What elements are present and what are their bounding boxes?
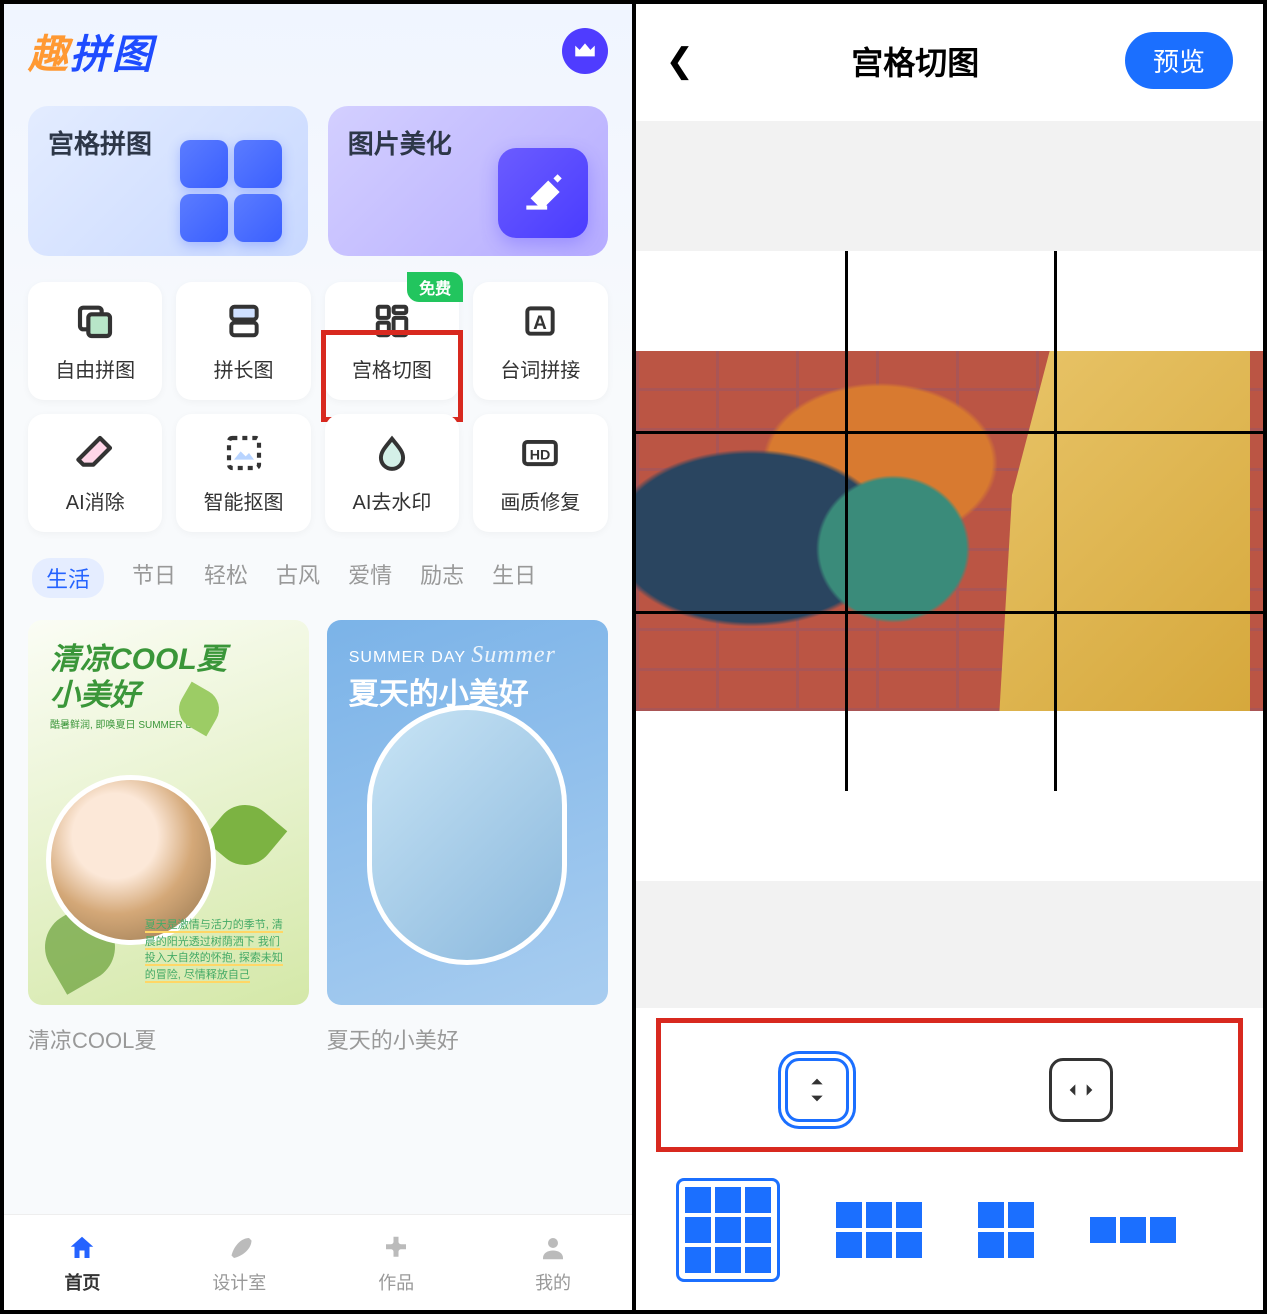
hero-card-grid-collage[interactable]: 宫格拼图 — [28, 106, 308, 256]
nav-label: 我的 — [535, 1269, 571, 1295]
editor-header: ❮ 宫格切图 预览 — [636, 4, 1264, 109]
category-tab-ancient[interactable]: 古风 — [276, 558, 320, 598]
template-name: 夏天的小美好 — [327, 1023, 608, 1055]
tool-grid: 自由拼图 拼长图 免费 宫格切图 A 台词拼接 AI消除 智能抠图 AI去水印 — [4, 270, 632, 544]
template-subtitle: SUMMER DAY Summer — [349, 642, 586, 669]
grid-layout-options — [676, 1172, 1224, 1288]
category-tab-birthday[interactable]: 生日 — [492, 558, 536, 598]
template-avatar — [367, 705, 567, 965]
template-name: 清凉COOL夏 — [28, 1023, 309, 1055]
template-card-2[interactable]: SUMMER DAY Summer 夏天的小美好 夏天的小美好 — [327, 620, 608, 1055]
feather-icon — [222, 1231, 256, 1265]
grid-icon — [371, 300, 413, 342]
preview-button[interactable]: 预览 — [1125, 32, 1233, 89]
annotation-highlight-box — [656, 1018, 1244, 1152]
tool-label: 智能抠图 — [204, 486, 284, 515]
free-badge: 免费 — [407, 272, 463, 302]
logo-prefix: 趣 — [28, 33, 70, 77]
app-header: 趣拼图 — [4, 4, 632, 92]
vip-badge-icon[interactable] — [562, 28, 608, 74]
category-tab-love[interactable]: 爱情 — [348, 558, 392, 598]
nav-works[interactable]: 作品 — [318, 1215, 475, 1310]
grid-overlay[interactable] — [636, 251, 1264, 791]
page-title: 宫格切图 — [851, 38, 979, 84]
home-screen: 趣拼图 宫格拼图 图片美化 自由拼图 拼长图 免费 — [4, 4, 632, 1310]
tool-label: 画质修复 — [500, 486, 580, 515]
tool-label: AI去水印 — [352, 486, 431, 515]
tool-label: 台词拼接 — [500, 354, 580, 383]
template-card-1[interactable]: 清凉COOL夏 小美好 酷暑鲜润, 即唤夏日 SUMMER DAY 夏天是激情与… — [28, 620, 309, 1055]
tool-subtitle-join[interactable]: A 台词拼接 — [473, 282, 607, 400]
drop-icon — [371, 432, 413, 474]
grid-option-3x2[interactable] — [836, 1202, 922, 1258]
category-tab-life[interactable]: 生活 — [32, 558, 104, 598]
template-caption: 夏天是激情与活力的季节, 清晨的阳光透过树荫洒下 我们投入大自然的怀抱, 探索未… — [145, 917, 291, 983]
nav-label: 首页 — [64, 1269, 100, 1295]
tool-label: 宫格切图 — [352, 354, 432, 383]
layers-icon — [74, 300, 116, 342]
bottom-nav: 首页 设计室 作品 我的 — [4, 1214, 632, 1310]
puzzle-icon — [379, 1231, 413, 1265]
svg-text:HD: HD — [530, 447, 551, 463]
grid-option-3x3[interactable] — [676, 1178, 780, 1282]
tool-label: AI消除 — [66, 486, 125, 515]
app-logo: 趣拼图 — [28, 22, 154, 80]
tool-label: 自由拼图 — [55, 354, 135, 383]
category-tab-motivation[interactable]: 励志 — [420, 558, 464, 598]
tool-long-image[interactable]: 拼长图 — [176, 282, 310, 400]
grid-cut-screen: ❮ 宫格切图 预览 — [636, 4, 1264, 1310]
text-icon: A — [519, 300, 561, 342]
tool-label: 拼长图 — [214, 354, 274, 383]
nav-profile[interactable]: 我的 — [475, 1215, 632, 1310]
logo-suffix: 拼图 — [70, 33, 154, 77]
grid-option-3x1[interactable] — [1090, 1217, 1176, 1243]
tool-ai-erase[interactable]: AI消除 — [28, 414, 162, 532]
controls-bar — [636, 1008, 1264, 1310]
tool-free-collage[interactable]: 自由拼图 — [28, 282, 162, 400]
template-preview: 清凉COOL夏 小美好 酷暑鲜润, 即唤夏日 SUMMER DAY 夏天是激情与… — [28, 620, 309, 1005]
category-tab-relax[interactable]: 轻松 — [204, 558, 248, 598]
hd-icon: HD — [519, 432, 561, 474]
tool-grid-cut[interactable]: 免费 宫格切图 — [325, 282, 459, 400]
nav-label: 设计室 — [212, 1269, 266, 1295]
adjust-controls — [676, 1040, 1224, 1140]
home-icon — [65, 1231, 99, 1265]
canvas-area[interactable] — [636, 121, 1264, 1008]
cutout-icon — [223, 432, 265, 474]
stack-icon — [223, 300, 265, 342]
hero-row: 宫格拼图 图片美化 — [4, 92, 632, 270]
person-icon — [536, 1231, 570, 1265]
back-button[interactable]: ❮ — [666, 41, 706, 81]
hero-card-beautify[interactable]: 图片美化 — [328, 106, 608, 256]
template-row: 清凉COOL夏 小美好 酷暑鲜润, 即唤夏日 SUMMER DAY 夏天是激情与… — [4, 612, 632, 1063]
category-tabs: 生活 节日 轻松 古风 爱情 励志 生日 — [4, 544, 632, 612]
collage-icon — [180, 140, 290, 242]
nav-home[interactable]: 首页 — [4, 1215, 161, 1310]
nav-label: 作品 — [378, 1269, 414, 1295]
tool-ai-watermark[interactable]: AI去水印 — [325, 414, 459, 532]
category-tab-holiday[interactable]: 节日 — [132, 558, 176, 598]
template-preview: SUMMER DAY Summer 夏天的小美好 — [327, 620, 608, 1005]
svg-text:A: A — [533, 312, 547, 333]
tool-quality-restore[interactable]: HD 画质修复 — [473, 414, 607, 532]
grid-option-2x2[interactable] — [978, 1202, 1034, 1258]
tool-smart-cutout[interactable]: 智能抠图 — [176, 414, 310, 532]
magic-wand-icon — [498, 148, 588, 238]
eraser-icon — [74, 432, 116, 474]
nav-design[interactable]: 设计室 — [161, 1215, 318, 1310]
